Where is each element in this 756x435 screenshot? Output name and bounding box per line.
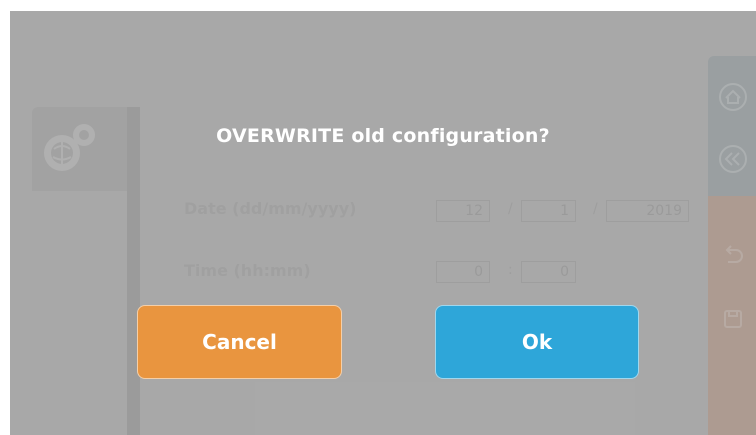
settings-screen: Date (dd/mm/yyyy) 12 / 1 / 2019 Time (hh… (10, 11, 756, 435)
dialog-title: OVERWRITE old configuration? (216, 125, 550, 147)
ok-button[interactable]: Ok (435, 305, 639, 379)
modal-overlay (10, 11, 756, 435)
cancel-button[interactable]: Cancel (137, 305, 342, 379)
